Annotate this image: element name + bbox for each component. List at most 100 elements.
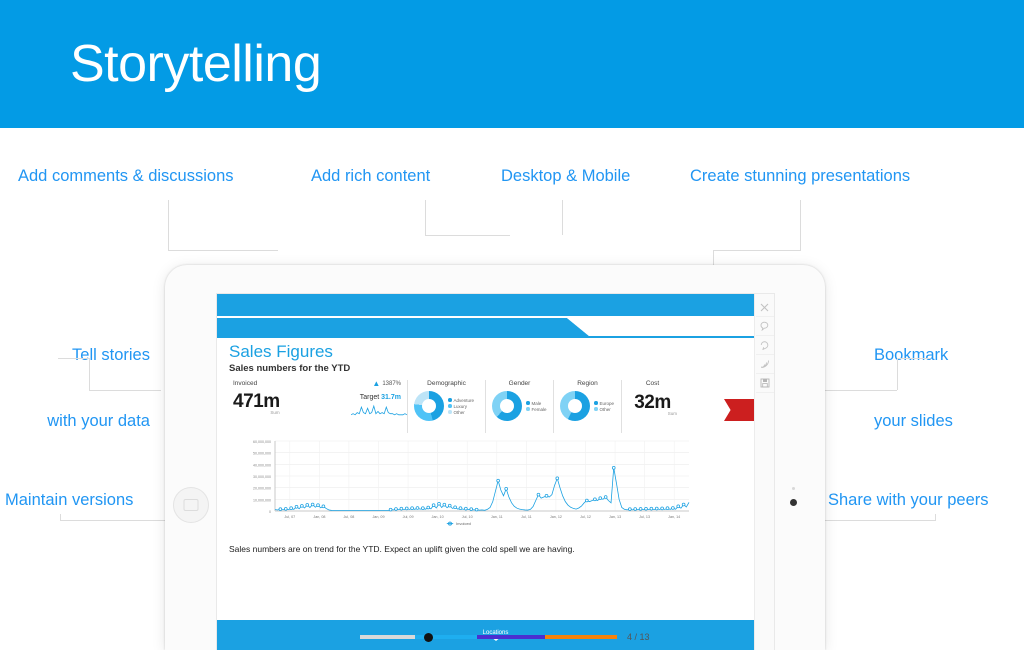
legend-label: Luxury — [453, 403, 468, 409]
kpi-card-region[interactable]: Region Europe Other — [553, 380, 621, 433]
kpi-card-invoiced[interactable]: Invoiced 471m Sum — [227, 380, 345, 433]
svg-text:20,000,000: 20,000,000 — [253, 487, 271, 491]
bookmark-flag-marker[interactable] — [724, 399, 754, 421]
leader-line — [897, 358, 898, 390]
home-square-icon — [183, 499, 199, 511]
svg-text:0: 0 — [269, 510, 271, 514]
callout-create-presentations: Create stunning presentations — [690, 167, 911, 185]
callout-bookmark-slides: Bookmark your slides — [874, 300, 953, 454]
tablet-home-button[interactable] — [173, 487, 209, 523]
svg-text:Jul, 08: Jul, 08 — [343, 515, 354, 519]
svg-text:40,000,000: 40,000,000 — [253, 463, 271, 467]
close-icon[interactable] — [755, 298, 774, 317]
kpi-label-invoiced: Invoiced — [233, 380, 258, 387]
legend-item: Male — [526, 401, 547, 406]
kpi-pct-change: ▲ 1387% — [351, 380, 401, 388]
progress-knob[interactable] — [424, 632, 433, 642]
svg-text:Jul, 11: Jul, 11 — [521, 515, 532, 519]
svg-text:Jan, 12: Jan, 12 — [550, 515, 562, 519]
leader-line — [825, 390, 897, 391]
donut-legend-demographic: Adventure Luxury Other — [448, 398, 474, 415]
svg-text:Jul, 10: Jul, 10 — [462, 515, 473, 519]
slide-title: Sales Figures — [229, 342, 333, 361]
rss-icon[interactable] — [755, 355, 774, 374]
legend-dot-icon — [448, 398, 452, 402]
legend-label: Female — [531, 406, 547, 412]
presentation-slide: Sales Figures Sales numbers for the YTD … — [217, 294, 774, 650]
leader-line — [713, 250, 801, 251]
donut-chart-demographic — [414, 391, 444, 421]
leader-line — [168, 250, 278, 251]
svg-text:50,000,000: 50,000,000 — [253, 452, 271, 456]
slide-toolbar — [754, 294, 774, 650]
kpi-label-demographic: Demographic — [427, 380, 466, 387]
callout-bookmark-line1: Bookmark — [874, 346, 949, 364]
progress-segment[interactable] — [477, 635, 545, 639]
donut-legend-region: Europe Other — [594, 401, 614, 412]
legend-item: Female — [526, 407, 547, 412]
progress-track[interactable] — [360, 632, 617, 642]
legend-dot-icon — [448, 410, 452, 414]
callout-share-peers: Share with your peers — [828, 491, 989, 509]
svg-text:Invoiced: Invoiced — [456, 521, 471, 526]
comment-icon[interactable] — [755, 317, 774, 336]
svg-text:Jan, 11: Jan, 11 — [491, 515, 503, 519]
kpi-card-target[interactable]: ▲ 1387% Target 31.7m — [345, 380, 408, 433]
kpi-target-row: Target 31.7m — [351, 394, 401, 401]
slide-counter: 4 / 13 — [627, 632, 650, 642]
leader-line — [58, 358, 89, 359]
leader-line — [800, 200, 801, 250]
progress-segment[interactable] — [360, 635, 415, 639]
legend-label: Adventure — [453, 397, 475, 403]
arrow-up-icon: ▲ — [372, 379, 381, 388]
tablet-sensor-dot — [792, 487, 795, 490]
slide-progress-bar[interactable]: 4 / 13 — [360, 630, 660, 644]
callout-tell-stories-line1: Tell stories — [72, 346, 150, 364]
legend-item: Europe — [594, 401, 614, 406]
callout-add-comments: Add comments & discussions — [18, 167, 234, 185]
legend-label: Other — [599, 406, 611, 412]
kpi-label-region: Region — [577, 380, 598, 387]
leader-line — [935, 514, 936, 521]
legend-dot-icon — [526, 407, 530, 411]
legend-item: Other — [594, 407, 614, 412]
legend-dot-icon — [448, 404, 452, 408]
tablet-camera-icon — [790, 499, 797, 506]
callout-desktop-mobile: Desktop & Mobile — [501, 167, 631, 185]
legend-item: Other — [448, 410, 474, 415]
tablet-device: Sales Figures Sales numbers for the YTD … — [165, 265, 825, 650]
donut-legend-gender: Male Female — [526, 401, 547, 412]
line-chart-invoiced[interactable]: 0 10,000,000 20,000,000 30,000,000 40,000,00… — [227, 437, 693, 529]
legend-item: Luxury — [448, 404, 474, 409]
svg-text:Jul, 12: Jul, 12 — [580, 515, 591, 519]
callout-bookmark-line2: your slides — [874, 412, 953, 430]
leader-line — [60, 514, 61, 521]
leader-line — [89, 390, 161, 391]
legend-dot-icon — [594, 401, 598, 405]
progress-segment[interactable] — [545, 635, 617, 639]
slide-subtitle: Sales numbers for the YTD — [229, 363, 351, 374]
callout-tell-stories-line2: with your data — [47, 412, 150, 430]
legend-label: Male — [531, 400, 542, 406]
svg-text:Jan, 08: Jan, 08 — [313, 515, 325, 519]
bookmark-icon[interactable] — [755, 336, 774, 355]
kpi-value-invoiced: 471m — [233, 391, 280, 412]
kpi-card-demographic[interactable]: Demographic Adventure Luxury Other — [407, 380, 485, 433]
leader-line — [562, 200, 563, 235]
leader-line — [825, 520, 935, 521]
legend-dot-icon — [526, 401, 530, 405]
kpi-target-label: Target — [359, 394, 380, 401]
kpi-value-cost: 32m — [634, 392, 671, 413]
callout-tell-stories: Tell stories with your data — [0, 300, 150, 454]
leader-line — [89, 358, 90, 390]
kpi-target-value: 31.7m — [381, 394, 401, 401]
tablet-screen: Sales Figures Sales numbers for the YTD … — [217, 294, 774, 650]
svg-text:Jul, 07: Jul, 07 — [284, 515, 295, 519]
kpi-card-gender[interactable]: Gender Male Female — [485, 380, 553, 433]
donut-chart-region — [560, 391, 590, 421]
slide-header-chevron — [217, 316, 774, 338]
save-icon[interactable] — [755, 374, 774, 393]
slide-header-band — [217, 294, 774, 316]
legend-dot-icon — [594, 407, 598, 411]
kpi-card-cost[interactable]: Cost 32m Sum — [621, 380, 683, 433]
